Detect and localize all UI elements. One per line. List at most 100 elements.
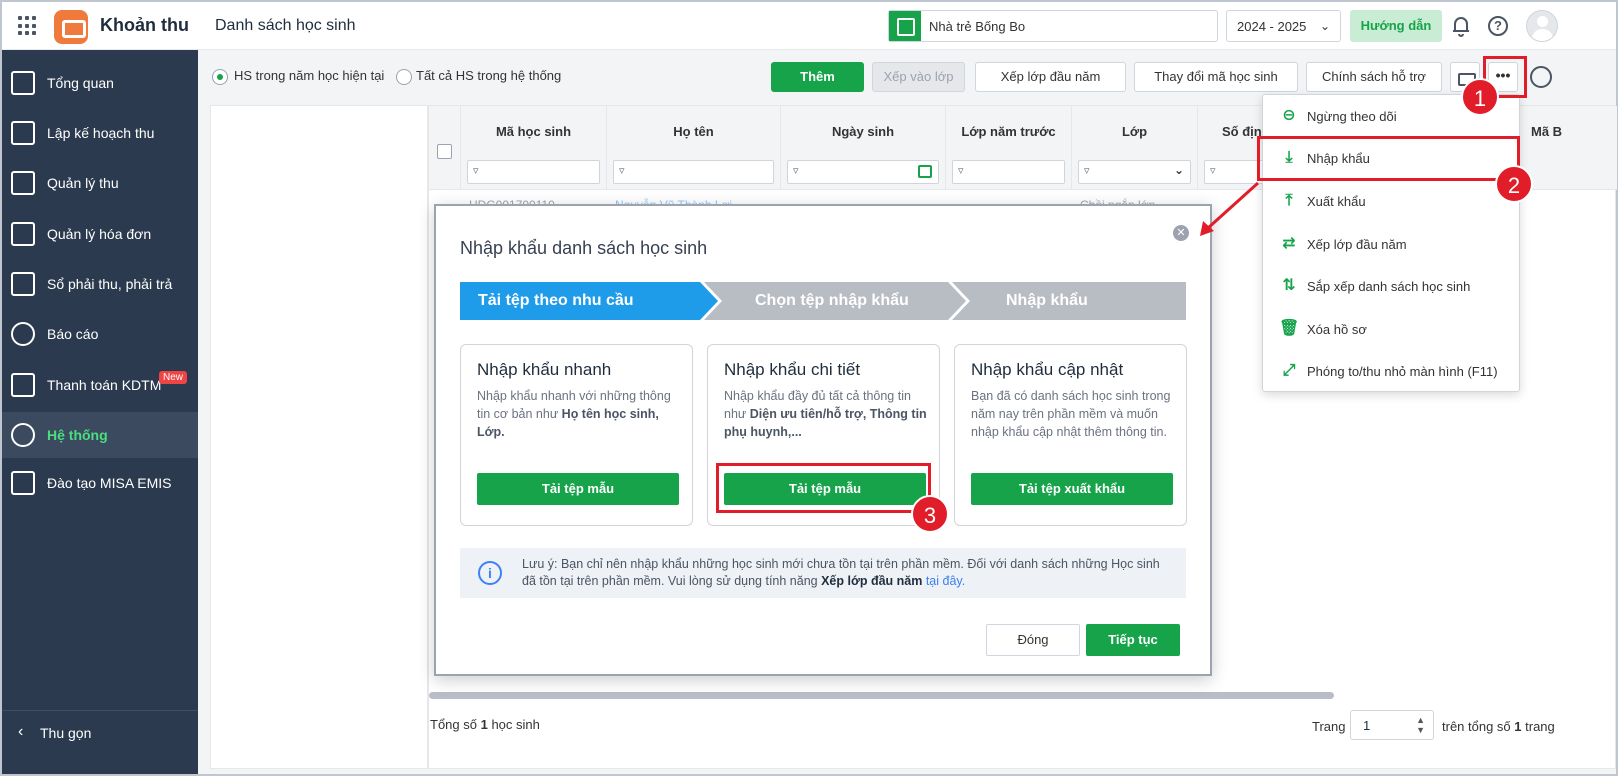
radio-current-year[interactable]: [212, 69, 228, 85]
card-description: Bạn đã có danh sách học sinh trong năm n…: [971, 387, 1174, 441]
sidebar-item-label: Tổng quan: [47, 75, 114, 91]
school-selector[interactable]: Nhà trẻ Bống Bo: [888, 10, 1218, 42]
class-tree-panel: [210, 105, 428, 769]
add-button[interactable]: Thêm: [771, 62, 864, 92]
app-grid-icon[interactable]: [18, 16, 38, 36]
column-label: Lớp năm trước: [961, 124, 1056, 139]
menu-item-fullscreen[interactable]: ⤢ Phóng to/thu nhỏ màn hình (F11): [1263, 350, 1521, 392]
sidebar-collapse-button[interactable]: ‹ Thu gọn: [2, 710, 198, 756]
total-prefix: Tổng số: [430, 717, 481, 732]
column-birth-date: Ngày sinh: [781, 106, 946, 190]
close-icon[interactable]: ✕: [1173, 225, 1189, 241]
menu-item-label: Phóng to/thu nhỏ màn hình (F11): [1307, 364, 1498, 379]
highlight-download-template: [716, 463, 931, 513]
total-count: 1: [480, 717, 488, 732]
hand-coin-icon: [11, 171, 35, 195]
step-label: Chọn tệp nhập khẩu: [755, 292, 909, 309]
menu-item-sort-students[interactable]: ⇅ Sắp xếp danh sách học sinh: [1263, 265, 1521, 307]
menu-item-delete-profile[interactable]: 🗑 Xóa hồ sơ: [1263, 308, 1521, 350]
column-label: Lớp: [1121, 124, 1148, 139]
column-label: Ngày sinh: [831, 124, 895, 139]
note-text: Lưu ý: Bạn chỉ nên nhập khẩu những học s…: [522, 556, 1172, 590]
calendar-icon[interactable]: [918, 165, 932, 178]
import-steps: Tải tệp theo nhu cầu Chọn tệp nhập khẩu …: [460, 282, 1186, 320]
note-bold: Xếp lớp đầu năm: [821, 574, 923, 588]
radio-all-label: Tất cả HS trong hệ thống: [416, 68, 562, 83]
close-button[interactable]: Đóng: [986, 624, 1080, 656]
top-bar: Khoản thu Danh sách học sinh Nhà trẻ Bốn…: [2, 2, 1616, 50]
column-full-name: Họ tên: [607, 106, 781, 190]
arrange-class-icon: ⇄: [1282, 235, 1296, 252]
page-number-input[interactable]: 1 ▲ ▼: [1350, 710, 1434, 740]
radio-all-students[interactable]: [396, 69, 412, 85]
sidebar-item-plan[interactable]: Lập kế hoạch thu: [2, 110, 198, 156]
column-extra: Mã B: [1521, 106, 1617, 190]
card-title: Nhập khẩu chi tiết: [724, 360, 861, 379]
change-student-code-button[interactable]: Thay đổi mã học sinh: [1134, 62, 1298, 92]
chevron-left-icon: ‹: [18, 723, 24, 740]
note-link[interactable]: tại đây.: [926, 574, 965, 588]
export-icon: ⤒: [1285, 192, 1293, 209]
filter-input[interactable]: [952, 160, 1065, 184]
sidebar-item-label: Báo cáo: [47, 326, 99, 342]
card-update-import: Nhập khẩu cập nhật Bạn đã có danh sách h…: [954, 344, 1187, 526]
filter-input[interactable]: [787, 160, 939, 184]
page-total-count: 1: [1514, 719, 1522, 734]
sidebar-item-label: Quản lý thu: [47, 175, 119, 191]
pie-icon: [11, 322, 35, 346]
filter-input[interactable]: [467, 160, 600, 184]
assign-class-button[interactable]: Xếp vào lớp: [872, 62, 965, 92]
gear-icon: [11, 423, 35, 447]
info-icon: i: [478, 561, 502, 585]
sidebar-item-label: Đào tạo MISA EMIS: [47, 475, 172, 491]
radio-current-label: HS trong năm học hiện tại: [234, 68, 385, 83]
start-year-class-button[interactable]: Xếp lớp đầu năm: [975, 62, 1126, 92]
settings-gear-icon[interactable]: [1530, 66, 1552, 88]
sidebar-item-payment[interactable]: Thanh toán KDTM New: [2, 362, 198, 408]
spinner-icon[interactable]: ▲ ▼: [1416, 715, 1425, 735]
step-badge-1: 1: [1461, 78, 1499, 116]
guide-button[interactable]: Hướng dẫn: [1350, 10, 1442, 42]
card-icon: [11, 373, 35, 397]
expand-icon: ⤢: [1282, 362, 1296, 379]
menu-item-label: Ngừng theo dõi: [1307, 109, 1397, 124]
step-badge-3: 3: [911, 495, 949, 533]
menu-item-label: Sắp xếp danh sách học sinh: [1307, 279, 1471, 294]
download-export-file-button[interactable]: Tải tệp xuất khẩu: [971, 473, 1173, 505]
card-title: Nhập khẩu cập nhật: [971, 360, 1124, 379]
app-name: Khoản thu: [100, 15, 189, 35]
menu-item-label: Xuất khẩu: [1307, 194, 1366, 209]
sidebar-item-overview[interactable]: Tổng quan: [2, 60, 198, 106]
chart-icon: [11, 71, 35, 95]
menu-item-label: Xếp lớp đầu năm: [1307, 237, 1407, 252]
ledger-icon: [11, 272, 35, 296]
sidebar-item-training[interactable]: Đào tạo MISA EMIS: [2, 460, 198, 506]
continue-button[interactable]: Tiếp tục: [1086, 624, 1180, 656]
page-label: Trang: [1312, 719, 1346, 734]
support-policy-button[interactable]: Chính sách hỗ trợ: [1306, 62, 1442, 92]
collapse-label: Thu gọn: [40, 725, 92, 741]
filter-select[interactable]: ⌄: [1078, 160, 1191, 184]
chevron-down-icon: ⌄: [1319, 19, 1330, 33]
sidebar-item-invoice[interactable]: Quản lý hóa đơn: [2, 211, 198, 257]
sidebar-item-system[interactable]: Hệ thống: [2, 412, 198, 458]
menu-item-arrange-class[interactable]: ⇄ Xếp lớp đầu năm: [1263, 223, 1521, 265]
step-choose-file: Chọn tệp nhập khẩu: [722, 282, 962, 320]
menu-item-export[interactable]: ⤒ Xuất khẩu: [1263, 180, 1521, 222]
help-icon[interactable]: ?: [1488, 16, 1508, 36]
horizontal-scrollbar[interactable]: [429, 692, 1334, 699]
sidebar-item-label: Lập kế hoạch thu: [47, 125, 155, 141]
column-label: Họ tên: [673, 124, 714, 139]
bell-icon[interactable]: [1451, 15, 1471, 37]
user-avatar[interactable]: [1526, 10, 1558, 42]
sidebar-item-report[interactable]: Báo cáo: [2, 311, 198, 357]
sidebar-item-ledger[interactable]: Sổ phải thu, phải trả: [2, 261, 198, 307]
filter-input[interactable]: [613, 160, 774, 184]
school-year-select[interactable]: 2024 - 2025 ⌄: [1226, 10, 1341, 42]
download-template-button[interactable]: Tải tệp mẫu: [477, 473, 679, 505]
sidebar-item-collection[interactable]: Quản lý thu: [2, 160, 198, 206]
step-label: Nhập khẩu: [1006, 292, 1088, 309]
card-description: Nhập khẩu đầy đủ tất cả thông tin như Di…: [724, 387, 927, 441]
select-all-checkbox[interactable]: [437, 144, 452, 159]
sort-az-icon: ⇅: [1282, 277, 1296, 294]
